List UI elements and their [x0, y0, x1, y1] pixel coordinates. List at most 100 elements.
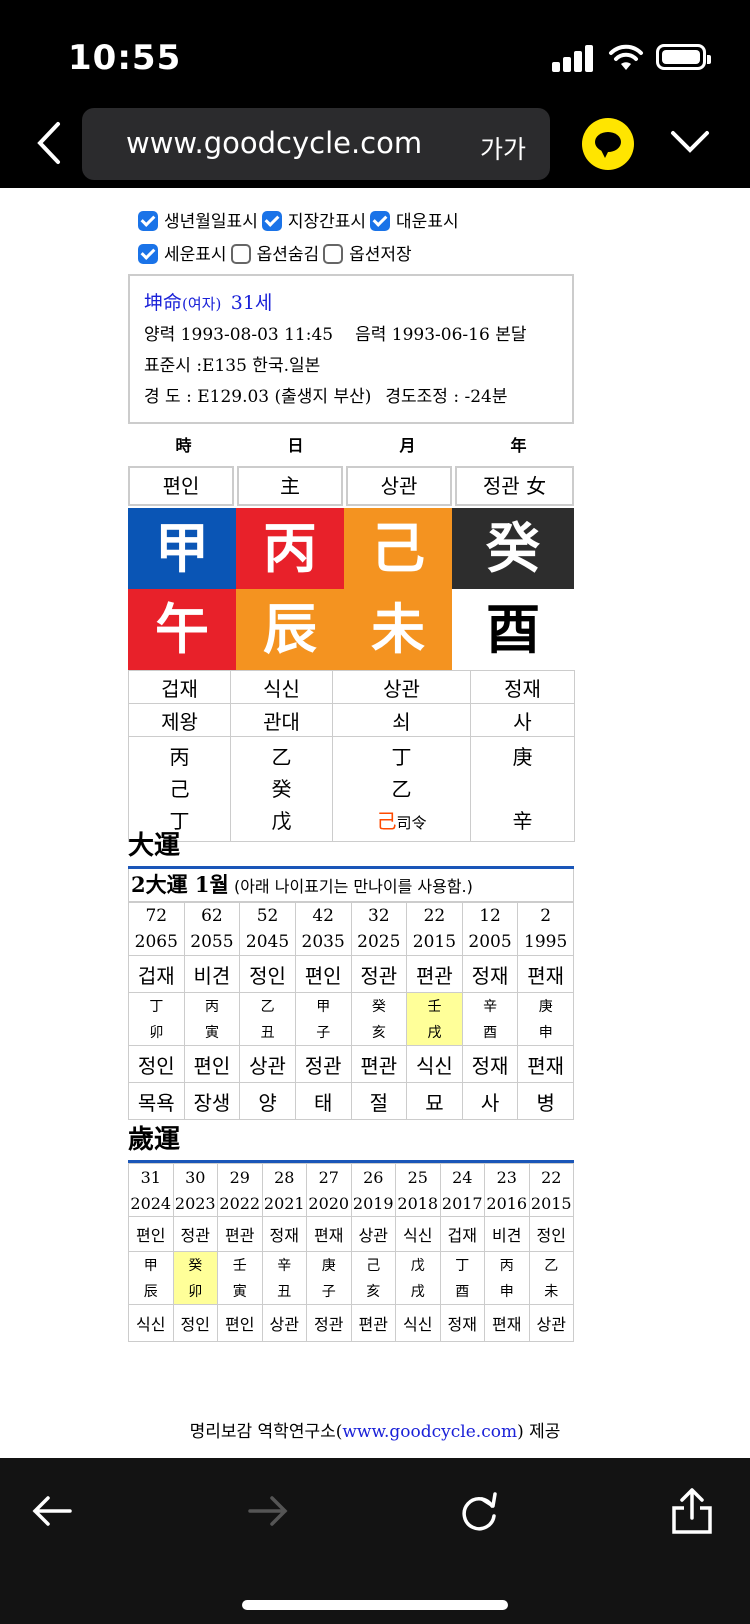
sewoon-stem: 庚 [306, 1251, 352, 1278]
daewoon-year: 2015 [406, 929, 463, 956]
longitude-adjust: 경도조정 : -24분 [385, 387, 508, 407]
sewoon-branch-god: 상관 [528, 1304, 574, 1342]
sewoon-age: 31 [128, 1163, 174, 1190]
solar-date: 양력 1993-08-03 11:45 [144, 325, 334, 345]
daewoon-age: 42 [294, 902, 352, 929]
sewoon-branch: 辰 [128, 1278, 174, 1305]
daewoon-stem-god: 편재 [517, 955, 574, 993]
checkbox-empty-icon[interactable] [230, 244, 251, 264]
daewoon-age: 12 [461, 902, 519, 929]
option-label: 옵션저장 [349, 245, 412, 265]
daewoon-year: 2035 [294, 929, 352, 956]
reload-icon[interactable] [456, 1486, 502, 1536]
arrow-left-icon[interactable] [30, 1486, 74, 1536]
arrow-right-icon[interactable] [246, 1486, 290, 1536]
hidden-stem: 丁 [333, 741, 470, 773]
checkbox-checked-icon[interactable] [370, 211, 391, 231]
sewoon-year-row: 2024 2023 2022 2021 2020 2019 2018 2017 2016 2015 [128, 1190, 574, 1217]
daewoon-year: 2045 [239, 929, 296, 956]
daewoon-table: 72 62 52 42 32 22 12 2 2065 2055 2045 2035 2025 2015 2… [128, 902, 574, 1120]
daewoon-branch-row: 卯寅丑子亥戌酉申 [128, 1019, 574, 1046]
heavenly-stem: 甲 [128, 508, 236, 589]
sewoon-branch: 子 [306, 1278, 352, 1305]
daewoon-stage: 장생 [183, 1082, 241, 1120]
sewoon-year: 2023 [172, 1190, 218, 1217]
sewoon-year: 2015 [528, 1190, 574, 1217]
option-4[interactable]: 옵션숨김 [230, 239, 319, 272]
option-checkboxes: 생년월일표시 지장간표시 대운표시세운표시 옵션숨김 옵션저장 [138, 206, 578, 272]
share-icon[interactable] [670, 1486, 714, 1536]
sewoon-stem-god: 정재 [261, 1216, 307, 1252]
daewoon-branch: 戌 [406, 1019, 463, 1046]
sewoon-year: 2019 [350, 1190, 396, 1217]
daewoon-branch-god: 정인 [128, 1045, 185, 1083]
sewoon-branch-god: 편재 [484, 1304, 530, 1342]
footer-link[interactable]: www.goodcycle.com [342, 1422, 517, 1442]
daewoon-stem-god: 정인 [239, 955, 296, 993]
checkbox-checked-icon[interactable] [138, 211, 158, 231]
daewoon-age: 72 [128, 902, 185, 929]
daewoon-stem-god: 편인 [294, 955, 352, 993]
checkbox-checked-icon[interactable] [261, 211, 282, 231]
kakao-chat-icon[interactable] [582, 118, 634, 170]
option-1[interactable]: 지장간표시 [261, 206, 366, 239]
info-gender: (여자) [182, 295, 222, 313]
chevron-down-icon[interactable] [670, 128, 710, 156]
sewoon-branch: 酉 [439, 1278, 485, 1305]
daewoon-branch-god: 상관 [239, 1045, 296, 1083]
daewoon-stem-god: 비견 [183, 955, 241, 993]
home-indicator[interactable] [242, 1600, 508, 1610]
branch-tengod: 상관 [332, 670, 471, 704]
sewoon-stem: 乙 [528, 1251, 574, 1278]
branch-tengod: 겁재 [128, 670, 231, 704]
pillar-details: 겁재 식신 상관 정재 제왕 관대 쇠 사 丙己丁乙癸戊丁乙己司令庚辛 [128, 670, 575, 842]
hidden-stem-char: 丙 [169, 745, 190, 769]
daewoon-age: 22 [406, 902, 463, 929]
daewoon-stage: 목욕 [128, 1082, 185, 1120]
daewoon-stem: 癸 [350, 992, 408, 1019]
sewoon-stem-god: 편재 [306, 1216, 352, 1252]
close-back-icon[interactable] [30, 120, 70, 166]
sewoon-branch: 寅 [217, 1278, 263, 1305]
earthly-branch: 酉 [452, 589, 574, 670]
daewoon-header: 大運 [128, 826, 574, 869]
sewoon-branch-god: 식신 [395, 1304, 441, 1342]
daewoon-stage: 묘 [406, 1082, 463, 1120]
sewoon-age: 23 [484, 1163, 530, 1190]
birth-info-box: 坤命(여자) 31세 양력 1993-08-03 11:45 음력 1993-06… [128, 274, 574, 424]
text-size-button[interactable]: 가가 [480, 130, 526, 166]
option-3[interactable]: 세운표시 [138, 239, 227, 272]
daewoon-branch-god: 정재 [461, 1045, 519, 1083]
hidden-stem-char: 己 [169, 777, 190, 801]
option-0[interactable]: 생년월일표시 [138, 206, 258, 239]
sewoon-stem: 戊 [395, 1251, 441, 1278]
daewoon-branch: 亥 [350, 1019, 408, 1046]
longitude: 경 도 : E129.03 (출생지 부산) [144, 387, 372, 407]
twelve-stage: 쇠 [332, 703, 471, 737]
url-field[interactable]: www.goodcycle.com 가가 [82, 108, 550, 180]
daewoon-stage: 병 [517, 1082, 574, 1120]
footer-prefix: 명리보감 역학연구소( [189, 1422, 343, 1442]
info-title: 坤命 [144, 292, 183, 314]
sewoon-stem: 辛 [261, 1251, 307, 1278]
daewoon-stem: 辛 [461, 992, 519, 1019]
daewoon-age: 52 [239, 902, 296, 929]
daewoon-age: 2 [517, 902, 574, 929]
sewoon-stem-god: 겁재 [439, 1216, 485, 1252]
option-2[interactable]: 대운표시 [370, 206, 459, 239]
status-time: 10:55 [68, 38, 182, 78]
hidden-stem: 丙 [129, 741, 230, 773]
checkbox-empty-icon[interactable] [323, 244, 344, 264]
sewoon-branch: 亥 [350, 1278, 396, 1305]
daewoon-branch-god: 편인 [183, 1045, 241, 1083]
checkbox-checked-icon[interactable] [138, 244, 158, 264]
daewoon-branch: 子 [294, 1019, 352, 1046]
option-5[interactable]: 옵션저장 [323, 239, 412, 272]
sewoon-stem: 甲 [128, 1251, 174, 1278]
daewoon-stage: 절 [350, 1082, 408, 1120]
hidden-stem-char: 乙 [391, 777, 412, 801]
lunar-date: 음력 1993-06-16 본달 [355, 325, 527, 345]
daewoon-stem: 丁 [128, 992, 185, 1019]
pillar-details-table: 겁재 식신 상관 정재 제왕 관대 쇠 사 丙己丁乙癸戊丁乙己司令庚辛 [128, 670, 575, 842]
signal-icon [552, 44, 594, 72]
